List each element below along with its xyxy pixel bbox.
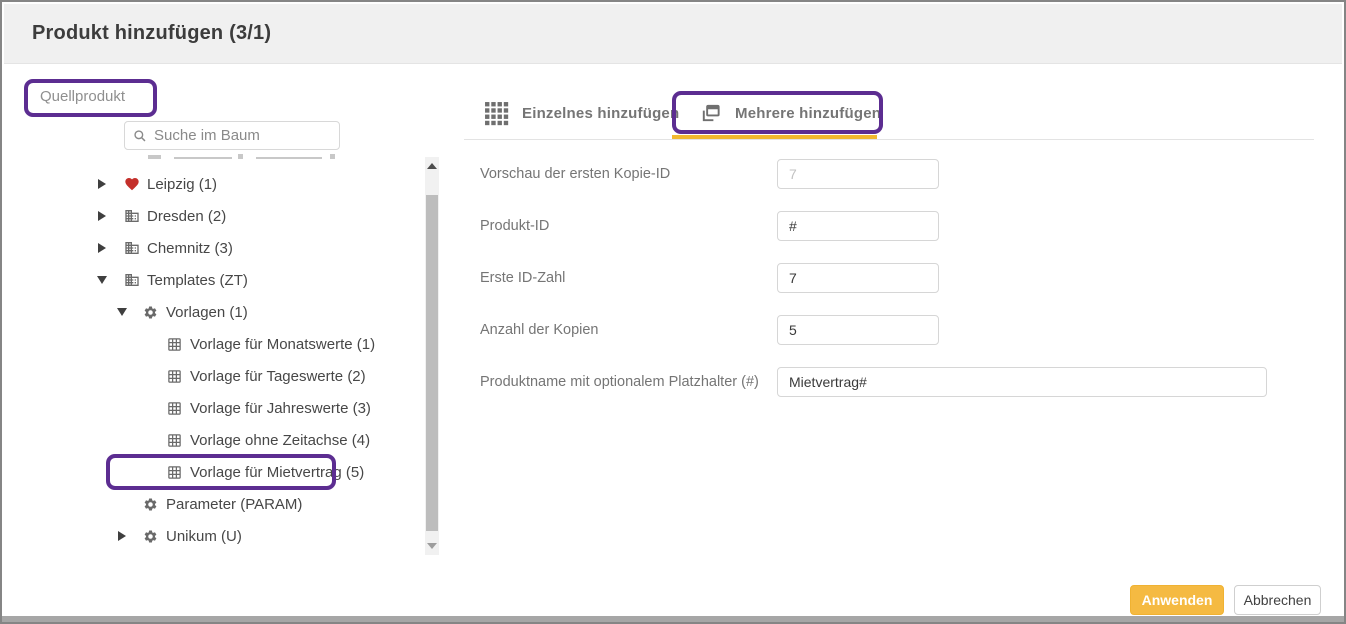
tree-panel-label: Quellprodukt xyxy=(40,88,125,105)
tree-item-dresden[interactable]: Dresden (2) xyxy=(42,200,226,232)
scrollbar-thumb[interactable] xyxy=(426,195,438,531)
field-label-produktname: Produktname mit optionalem Platzhalter (… xyxy=(480,367,759,397)
anzahl-kopien-field[interactable] xyxy=(777,315,939,345)
apply-button[interactable]: Anwenden xyxy=(1130,585,1224,615)
dialog-header: Produkt hinzufügen (3/1) xyxy=(4,4,1342,64)
tree-item-label: Templates (ZT) xyxy=(147,272,248,289)
grid-icon xyxy=(166,432,183,449)
tab-label: Einzelnes hinzufügen xyxy=(522,105,679,122)
gear-icon xyxy=(142,496,159,513)
heart-icon xyxy=(123,176,140,193)
field-label-anzahl-kopien: Anzahl der Kopien xyxy=(480,315,599,345)
tree-item-chemnitz[interactable]: Chemnitz (3) xyxy=(42,232,233,264)
tree-item-label: Vorlage für Monatswerte (1) xyxy=(190,336,375,353)
caret-right-icon[interactable] xyxy=(94,179,110,189)
tree-search-box[interactable] xyxy=(124,121,340,150)
tree-item-vorlage-ohne-zeitachse[interactable]: Vorlage ohne Zeitachse (4) xyxy=(42,424,370,456)
tree-item-label: Leipzig (1) xyxy=(147,176,217,193)
dialog-frame: Produkt hinzufügen (3/1) Quellprodukt Le… xyxy=(0,0,1346,624)
tree-item-label: Dresden (2) xyxy=(147,208,226,225)
vorschau-kopie-id-field xyxy=(777,159,939,189)
cancel-button[interactable]: Abbrechen xyxy=(1234,585,1321,615)
tree-item-label: Parameter (PARAM) xyxy=(166,496,302,513)
bottom-border-bar xyxy=(2,616,1344,622)
field-label-vorschau: Vorschau der ersten Kopie-ID xyxy=(480,159,670,189)
building-icon xyxy=(123,208,140,225)
search-icon xyxy=(133,129,147,143)
caret-right-icon[interactable] xyxy=(94,211,110,221)
erste-id-zahl-field[interactable] xyxy=(777,263,939,293)
tree-item-label: Vorlage für Jahreswerte (3) xyxy=(190,400,371,417)
tab-mehrere-hinzufuegen[interactable]: Mehrere hinzufügen xyxy=(699,92,881,134)
tree-item-vorlagen[interactable]: Vorlagen (1) xyxy=(42,296,248,328)
tree-item-label: Vorlage ohne Zeitachse (4) xyxy=(190,432,370,449)
tree-item-label: Vorlagen (1) xyxy=(166,304,248,321)
produkt-id-field[interactable] xyxy=(777,211,939,241)
field-label-produkt-id: Produkt-ID xyxy=(480,211,549,241)
tree-item-vorlage-mietvertrag[interactable]: Vorlage für Mietvertrag (5) xyxy=(42,456,364,488)
grid-icon xyxy=(484,101,509,126)
caret-right-icon[interactable] xyxy=(94,243,110,253)
building-icon xyxy=(123,240,140,257)
source-product-tree[interactable]: Leipzig (1) Dresden (2) Chemnitz (3) Tem… xyxy=(42,152,425,557)
caret-down-icon[interactable] xyxy=(94,276,110,284)
tree-item-vorlage-tageswerte[interactable]: Vorlage für Tageswerte (2) xyxy=(42,360,366,392)
produktname-field[interactable] xyxy=(777,367,1267,397)
tree-item-label: Chemnitz (3) xyxy=(147,240,233,257)
grid-icon xyxy=(166,464,183,481)
tree-search-input[interactable] xyxy=(154,127,331,144)
tree-scrollbar[interactable] xyxy=(425,157,439,555)
dialog-title: Produkt hinzufügen (3/1) xyxy=(32,22,271,45)
tree-item-templates[interactable]: Templates (ZT) xyxy=(42,264,248,296)
tab-einzelnes-hinzufuegen[interactable]: Einzelnes hinzufügen xyxy=(484,92,679,134)
tree-item-label: Unikum (U) xyxy=(166,528,242,545)
field-label-erste-id-zahl: Erste ID-Zahl xyxy=(480,263,565,293)
tree-item-vorlage-jahreswerte[interactable]: Vorlage für Jahreswerte (3) xyxy=(42,392,371,424)
tab-label: Mehrere hinzufügen xyxy=(735,105,881,122)
tree-item-label: Vorlage für Tageswerte (2) xyxy=(190,368,366,385)
scroll-up-icon[interactable] xyxy=(425,159,439,173)
grid-icon xyxy=(166,400,183,417)
grid-icon xyxy=(166,368,183,385)
tree-item-unikum[interactable]: Unikum (U) xyxy=(42,520,242,552)
gear-icon xyxy=(142,304,159,321)
tree-item-leipzig[interactable]: Leipzig (1) xyxy=(42,168,217,200)
caret-down-icon[interactable] xyxy=(114,308,130,316)
tree-item-vorlage-monatswerte[interactable]: Vorlage für Monatswerte (1) xyxy=(42,328,375,360)
scroll-down-icon[interactable] xyxy=(425,539,439,553)
caret-right-icon[interactable] xyxy=(114,531,130,541)
tree-item-label: Vorlage für Mietvertrag (5) xyxy=(190,464,364,481)
building-icon xyxy=(123,272,140,289)
grid-icon xyxy=(166,336,183,353)
copy-stack-icon xyxy=(699,102,722,125)
gear-icon xyxy=(142,528,159,545)
tabs-divider xyxy=(464,139,1314,140)
tree-item-parameter[interactable]: Parameter (PARAM) xyxy=(42,488,302,520)
